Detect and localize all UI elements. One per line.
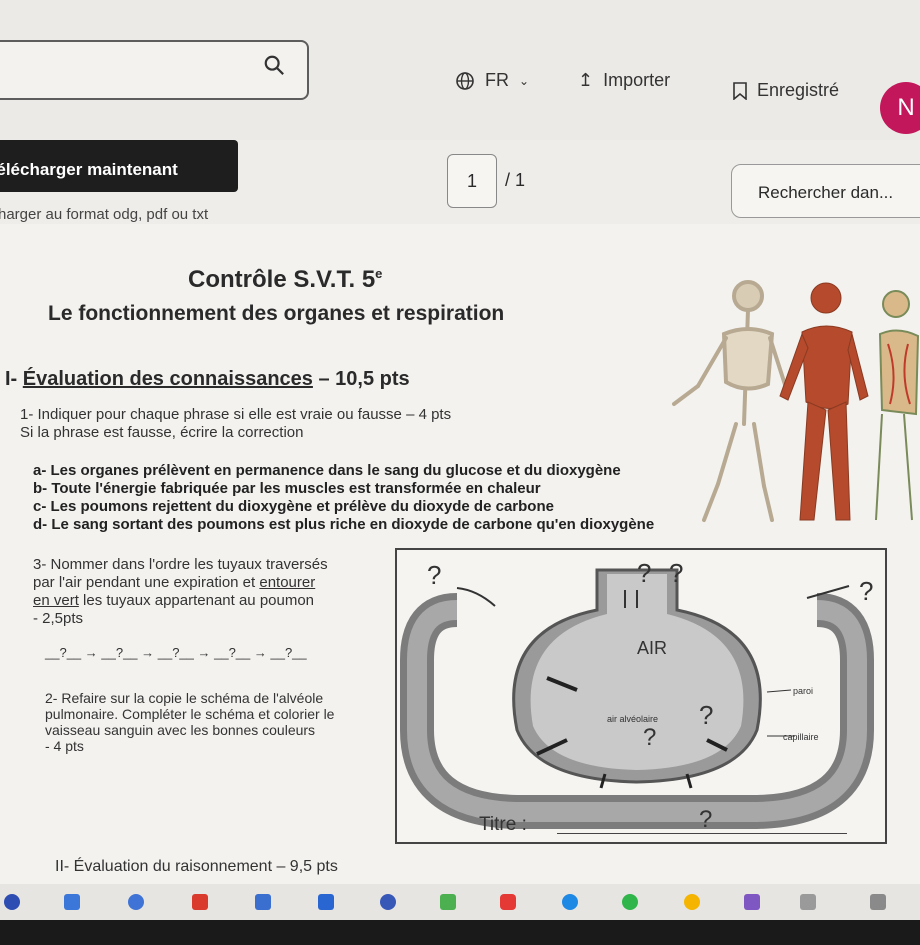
section-1-prefix: I- — [5, 368, 23, 390]
q3-answer-chain: __?__ → __?__ → __?__ → __?__ → __?__ — [45, 645, 307, 660]
upload-icon: ↥ — [578, 70, 594, 90]
alveolus-drawing — [400, 568, 874, 829]
diagram-title-label: Titre : — [479, 814, 527, 835]
chrome-icon[interactable] — [562, 894, 578, 910]
q3-line-3: en vert les tuyaux appartenant au poumon — [33, 592, 314, 609]
q3-line-2-text: par l'air pendant une expiration et — [33, 574, 260, 591]
document-search-input[interactable]: Rechercher dan... — [731, 164, 920, 218]
youtube-icon[interactable] — [500, 894, 516, 910]
q3-points: - 2,5pts — [33, 610, 84, 627]
bookmark-icon — [733, 81, 747, 100]
chevron-down-icon: ⌄ — [519, 73, 530, 88]
page-total: / 1 — [505, 170, 526, 190]
docs-icon[interactable] — [64, 894, 80, 910]
q3-line-1: 3- Nommer dans l'ordre les tuyaux traver… — [33, 556, 328, 573]
page-subtitle: Le fonctionnement des organes et respira… — [48, 302, 505, 325]
q1-statement-b: b- Toute l'énergie fabriquée par les mus… — [33, 480, 541, 497]
label-paroi: paroi — [793, 686, 814, 696]
saved-button[interactable]: Enregistré — [733, 80, 839, 101]
search-icon[interactable] — [263, 54, 285, 76]
gmail-icon[interactable] — [192, 894, 208, 910]
status-tray-icon[interactable] — [800, 894, 816, 910]
q3-line-3-text: les tuyaux appartenant au poumon — [78, 592, 315, 609]
q2-line-1: 2- Refaire sur la copie le schéma de l'a… — [45, 690, 324, 706]
download-hint: harger au format odg, pdf ou txt — [0, 206, 209, 223]
page-number-input[interactable]: 1 — [447, 154, 497, 208]
title-superscript: e — [375, 266, 383, 281]
launcher-icon[interactable] — [4, 894, 20, 910]
download-button[interactable]: Télécharger maintenant — [0, 140, 238, 192]
label-air: AIR — [637, 638, 668, 658]
whatsapp-icon[interactable] — [622, 894, 638, 910]
label-question-4: ? — [859, 576, 874, 606]
meet-icon[interactable] — [440, 894, 456, 910]
section-1-heading: I- Évaluation des connaissances – 10,5 p… — [5, 368, 410, 391]
search-box[interactable] — [0, 40, 309, 100]
calendar-icon[interactable] — [255, 894, 271, 910]
language-label: FR — [485, 70, 509, 90]
anatomy-illustration — [672, 280, 920, 522]
q1-statement-a: a- Les organes prélèvent en permanence d… — [33, 462, 621, 479]
chat-icon[interactable] — [380, 894, 396, 910]
keyboard-icon[interactable] — [870, 894, 886, 910]
q1-instruction-2: Si la phrase est fausse, écrire la corre… — [20, 424, 304, 441]
language-selector[interactable]: FR ⌄ — [455, 70, 529, 91]
q3-underlined-green: en vert — [33, 592, 79, 609]
q3-line-2: par l'air pendant une expiration et ento… — [33, 574, 315, 591]
label-question-3: ? — [669, 558, 684, 588]
q1-instruction: 1- Indiquer pour chaque phrase si elle e… — [20, 406, 452, 423]
label-question-1: ? — [427, 560, 442, 590]
page-title: Contrôle S.V.T. 5e — [188, 266, 382, 294]
download-label: Télécharger maintenant — [0, 160, 178, 179]
label-air-alveolaire: air alvéolaire — [607, 714, 659, 724]
label-question-7: ? — [699, 806, 713, 833]
import-button[interactable]: ↥ Importer — [578, 70, 670, 91]
photos-icon[interactable] — [684, 894, 700, 910]
star-icon[interactable] — [128, 894, 144, 910]
title-text: Contrôle S.V.T. 5 — [188, 266, 376, 293]
label-question-2: ? — [637, 558, 652, 588]
globe-icon — [456, 71, 474, 90]
section-1-title: Évaluation des connaissances — [22, 368, 313, 390]
folder-icon[interactable] — [318, 894, 334, 910]
q1-statement-d: d- Le sang sortant des poumons est plus … — [33, 516, 655, 533]
alveolus-diagram: ? ? ? ? AIR paroi air alvéolaire ? ? cap… — [395, 548, 887, 844]
q2-line-3: vaisseau sanguin avec les bonnes couleur… — [45, 722, 316, 738]
q2-points: - 4 pts — [45, 738, 84, 754]
screen-bezel — [0, 920, 920, 945]
arrow-in — [456, 587, 496, 607]
app-icon[interactable] — [744, 894, 760, 910]
q1-statement-c: c- Les poumons rejettent du dioxygène et… — [33, 498, 554, 515]
q2-line-2: pulmonaire. Compléter le schéma et color… — [45, 706, 335, 722]
section-2-heading: II- Évaluation du raisonnement – 9,5 pts — [55, 858, 338, 875]
saved-label: Enregistré — [757, 80, 840, 100]
label-capillaire: capillaire — [783, 732, 819, 742]
label-question-6: ? — [643, 724, 657, 751]
section-1-points: – 10,5 pts — [312, 368, 410, 390]
leader-paroi — [766, 689, 792, 693]
import-label: Importer — [603, 70, 671, 90]
label-question-5: ? — [699, 700, 714, 730]
q3-underlined-encircle: entourer — [259, 574, 316, 591]
